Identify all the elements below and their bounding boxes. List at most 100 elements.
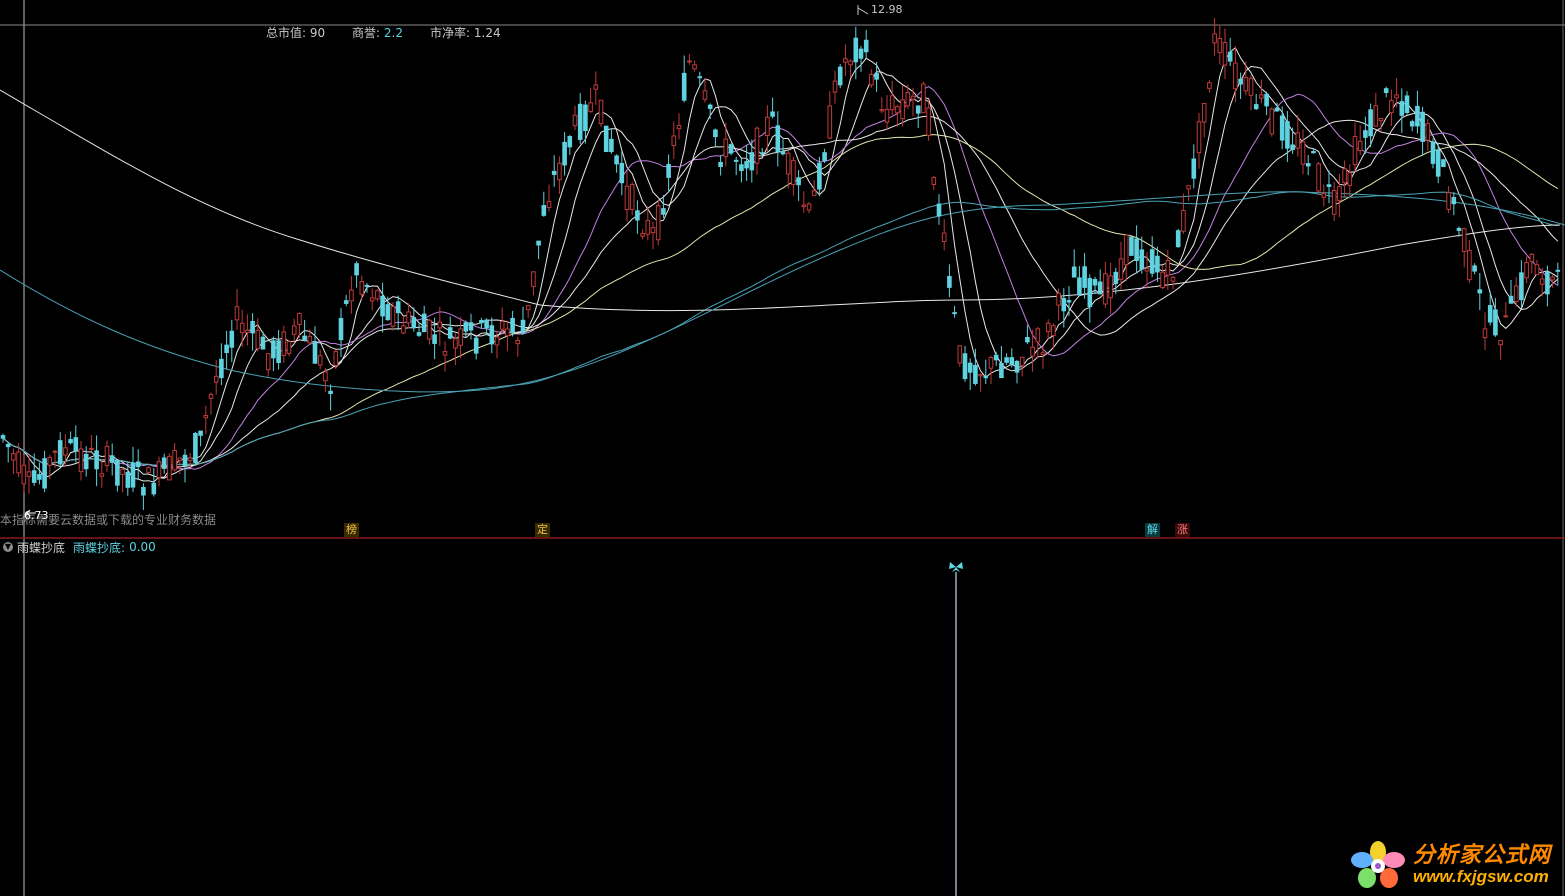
- candle-body: [484, 319, 489, 329]
- kline-chart[interactable]: [0, 0, 1565, 896]
- event-marker-jie[interactable]: 解: [1145, 523, 1160, 537]
- indicator-value-label: 雨蝶抄底:: [73, 540, 126, 555]
- candle-body: [843, 58, 848, 63]
- candle-body: [323, 371, 328, 382]
- candle-body: [343, 300, 349, 304]
- candle-body: [754, 127, 760, 164]
- candle-body: [395, 301, 401, 314]
- candle-body: [629, 184, 635, 210]
- event-marker-ding[interactable]: 定: [535, 523, 550, 537]
- candle-body: [765, 116, 770, 136]
- candle-body: [1212, 33, 1217, 44]
- candle-body: [863, 39, 869, 53]
- candle-body: [26, 471, 32, 477]
- candle-body: [380, 295, 385, 317]
- candle-body: [219, 358, 224, 379]
- ma-line: [2, 115, 1559, 468]
- brand-watermark: 分析家公式网 www.fxjgsw.com: [1349, 840, 1551, 890]
- candle-body: [879, 109, 885, 112]
- candle-body: [1071, 266, 1077, 278]
- candle-body: [1030, 346, 1035, 357]
- candle-body: [967, 362, 973, 373]
- candle-body: [1425, 123, 1431, 141]
- candle-body: [198, 430, 203, 436]
- candle-body: [1373, 105, 1379, 127]
- candle-body: [494, 336, 500, 346]
- candle-body: [1253, 104, 1259, 110]
- candle-body: [1082, 266, 1087, 288]
- candle-body: [125, 471, 131, 488]
- candle-body: [369, 297, 375, 302]
- high-price-label: 12.98: [871, 3, 903, 16]
- candle-body: [63, 447, 68, 456]
- candle-body: [385, 304, 391, 321]
- candle-body: [588, 102, 593, 112]
- candle-body: [1534, 264, 1540, 276]
- candle-body: [671, 135, 677, 147]
- candle-body: [1404, 95, 1410, 113]
- candle-body: [120, 468, 125, 475]
- candle-body: [1311, 151, 1316, 154]
- candle-body: [427, 319, 432, 340]
- candle-body: [796, 177, 801, 186]
- candle-body: [827, 105, 833, 139]
- candle-body: [988, 356, 994, 369]
- goodwill-value: 2.2: [383, 26, 403, 40]
- candle-body: [947, 275, 952, 288]
- candle-body: [447, 327, 453, 339]
- candle-body: [921, 83, 926, 114]
- candle-body: [255, 329, 261, 350]
- candle-body: [640, 232, 645, 237]
- candle-body: [1456, 227, 1462, 231]
- candle-body: [16, 451, 21, 474]
- low-price-label: 6.73: [24, 509, 49, 522]
- candle-body: [889, 95, 895, 111]
- candle-body: [1144, 267, 1150, 272]
- candle-body: [1305, 163, 1311, 167]
- candle-body: [73, 437, 79, 452]
- candle-body: [1139, 249, 1145, 270]
- candle-body: [229, 330, 235, 348]
- event-marker-bang[interactable]: 榜: [344, 523, 359, 537]
- indicator-title[interactable]: 雨蝶抄底: [17, 539, 65, 556]
- candle-body: [297, 312, 302, 325]
- candle-body: [11, 453, 16, 461]
- candle-body: [635, 210, 640, 221]
- candle-body: [1056, 292, 1061, 306]
- candle-body: [89, 447, 94, 450]
- candle-body: [650, 227, 656, 234]
- candle-body: [687, 60, 692, 63]
- candle-body: [895, 106, 900, 114]
- candle-body: [1383, 88, 1389, 94]
- ma-line: [2, 47, 1559, 483]
- candle-body: [759, 152, 765, 155]
- candle-body: [749, 152, 755, 171]
- candle-body: [744, 161, 749, 169]
- candle-body: [999, 362, 1004, 379]
- candle-body: [1113, 271, 1119, 284]
- candle-body: [416, 332, 422, 336]
- candle-body: [832, 80, 838, 93]
- event-marker-zhang[interactable]: 涨: [1175, 523, 1190, 537]
- candle-body: [1435, 149, 1441, 177]
- candle-body: [208, 394, 214, 399]
- candle-body: [1066, 300, 1072, 303]
- candle-body: [99, 473, 105, 477]
- candle-body: [718, 161, 723, 168]
- candle-body: [952, 312, 957, 315]
- candle-body: [1326, 184, 1332, 188]
- candle-body: [37, 474, 42, 480]
- collapse-toggle-icon[interactable]: ▼: [3, 542, 13, 552]
- candle-body: [130, 462, 136, 488]
- candle-body: [603, 125, 609, 153]
- candle-body: [1019, 356, 1025, 367]
- market-cap-info: 总市值: 90: [266, 24, 325, 41]
- candle-body: [707, 104, 713, 109]
- candle-body: [1513, 285, 1519, 303]
- candle-body: [1061, 297, 1067, 312]
- candle-body: [224, 344, 229, 354]
- candle-body: [572, 114, 578, 127]
- candle-body: [1498, 340, 1503, 346]
- candle-body: [614, 155, 619, 165]
- candle-body: [993, 354, 999, 361]
